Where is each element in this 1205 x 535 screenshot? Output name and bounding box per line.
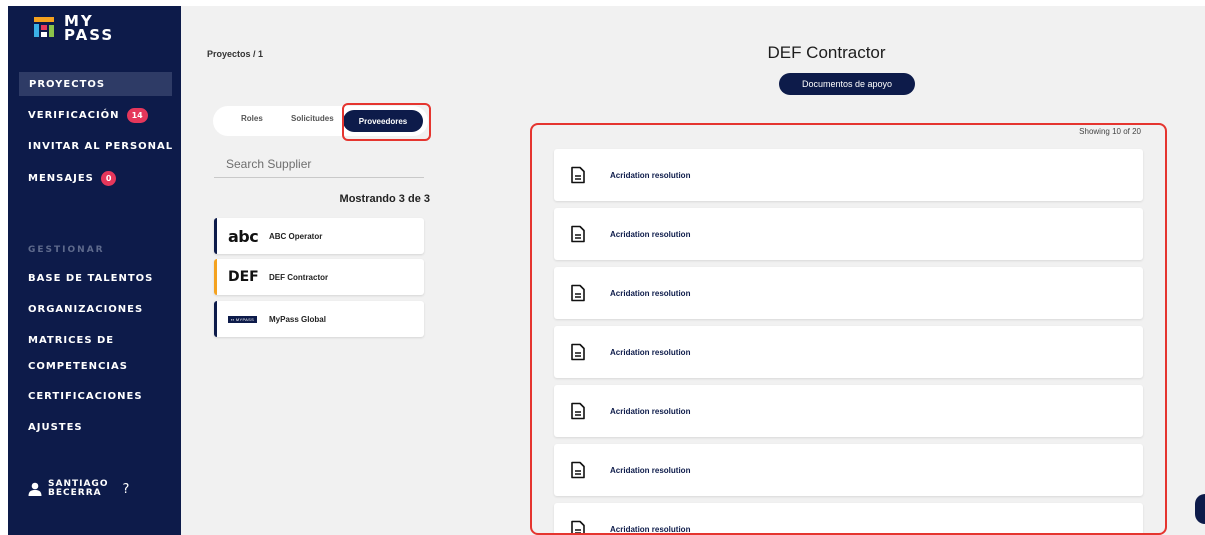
chat-widget-button[interactable] <box>1195 494 1205 524</box>
document-row[interactable]: Acridation resolution <box>554 326 1143 378</box>
tab-roles[interactable]: Roles <box>241 114 263 123</box>
documents-list: Showing 10 of 20 Acridation resolution A… <box>530 123 1167 535</box>
document-icon <box>571 520 585 533</box>
document-row[interactable]: Acridation resolution <box>554 444 1143 496</box>
sidebar-item-verificacion[interactable]: VERIFICACIÓN 14 <box>8 103 181 127</box>
user-menu[interactable]: SANTIAGO BECERRA ? <box>28 480 130 498</box>
support-documents-button[interactable]: Documentos de apoyo <box>779 73 915 95</box>
sidebar-item-invitar-personal[interactable]: INVITAR AL PERSONAL <box>8 134 181 158</box>
supplier-panel: Proyectos / 1 Roles Solicitudes Proveedo… <box>181 6 448 535</box>
verification-count-badge: 14 <box>126 107 148 123</box>
sidebar-item-label: BASE DE TALENTOS <box>28 272 154 284</box>
mypass-logo-mark-icon <box>34 17 54 37</box>
document-row[interactable]: Acridation resolution <box>554 267 1143 319</box>
sidebar-item-organizaciones[interactable]: ORGANIZACIONES <box>8 297 181 321</box>
document-row[interactable]: Acridation resolution <box>554 385 1143 437</box>
section-label-gestionar: GESTIONAR <box>28 245 105 255</box>
supplier-detail-panel: DEF Contractor Documentos de apoyo Showi… <box>448 6 1205 535</box>
sidebar-item-label: COMPETENCIAS <box>28 360 128 372</box>
document-name: Acridation resolution <box>610 524 691 534</box>
tab-highlight-annotation <box>342 103 431 141</box>
document-icon <box>571 225 585 243</box>
sidebar: MY PASS PROYECTOS VERIFICACIÓN 14 INVITA… <box>8 6 181 535</box>
supplier-title: DEF Contractor <box>767 43 886 62</box>
supplier-name: MyPass Global <box>269 314 326 324</box>
tab-solicitudes[interactable]: Solicitudes <box>291 114 334 123</box>
user-icon <box>28 482 42 496</box>
sidebar-item-label: MATRICES DE <box>28 334 115 346</box>
mypass-logo: ▪▪ MYPASS <box>228 315 258 323</box>
sidebar-item-label: CERTIFICACIONES <box>28 390 143 402</box>
document-icon <box>571 402 585 420</box>
sidebar-item-ajustes[interactable]: AJUSTES <box>8 415 181 439</box>
brand-name: MY PASS <box>64 12 115 44</box>
sidebar-item-label: VERIFICACIÓN <box>28 109 120 121</box>
help-icon[interactable]: ? <box>122 483 130 496</box>
document-row[interactable]: Acridation resolution <box>554 503 1143 534</box>
sidebar-item-mensajes[interactable]: MENSAJES 0 <box>8 166 181 190</box>
document-icon <box>571 461 585 479</box>
document-icon <box>571 284 585 302</box>
def-logo: DEF <box>228 269 259 285</box>
showing-count: Showing 10 of 20 <box>1079 127 1141 136</box>
breadcrumb[interactable]: Proyectos / 1 <box>207 49 263 59</box>
document-icon <box>571 343 585 361</box>
document-name: Acridation resolution <box>610 288 691 298</box>
supplier-count-label: Mostrando 3 de 3 <box>339 193 430 205</box>
sidebar-item-label: MENSAJES <box>28 172 94 184</box>
document-name: Acridation resolution <box>610 170 691 180</box>
sidebar-item-label: AJUSTES <box>28 421 83 433</box>
sidebar-item-matrices[interactable]: MATRICES DE <box>8 328 181 352</box>
document-icon <box>571 166 585 184</box>
supplier-name: DEF Contractor <box>269 272 329 282</box>
mypass-logo[interactable]: MY PASS <box>34 14 144 50</box>
supplier-name: ABC Operator <box>269 231 323 241</box>
messages-count-badge: 0 <box>100 170 117 186</box>
sidebar-item-label: INVITAR AL PERSONAL <box>28 140 174 152</box>
user-name: SANTIAGO BECERRA <box>48 479 109 498</box>
supplier-card-def[interactable]: DEF DEF Contractor <box>214 259 424 295</box>
sidebar-item-competencias[interactable]: COMPETENCIAS <box>8 354 181 378</box>
document-row[interactable]: Acridation resolution <box>554 149 1143 201</box>
document-name: Acridation resolution <box>610 229 691 239</box>
supplier-card-abc[interactable]: abc ABC Operator <box>214 218 424 254</box>
document-name: Acridation resolution <box>610 406 691 416</box>
sidebar-item-proyectos[interactable]: PROYECTOS <box>19 72 172 96</box>
search-supplier-input[interactable] <box>214 150 424 178</box>
supplier-card-mypass[interactable]: ▪▪ MYPASS MyPass Global <box>214 301 424 337</box>
sidebar-item-label: PROYECTOS <box>29 78 106 90</box>
sidebar-item-label: ORGANIZACIONES <box>28 303 144 315</box>
abc-logo: abc <box>228 226 259 246</box>
sidebar-item-base-talentos[interactable]: BASE DE TALENTOS <box>8 266 181 290</box>
document-name: Acridation resolution <box>610 347 691 357</box>
sidebar-item-certificaciones[interactable]: CERTIFICACIONES <box>8 384 181 408</box>
document-row[interactable]: Acridation resolution <box>554 208 1143 260</box>
document-name: Acridation resolution <box>610 465 691 475</box>
